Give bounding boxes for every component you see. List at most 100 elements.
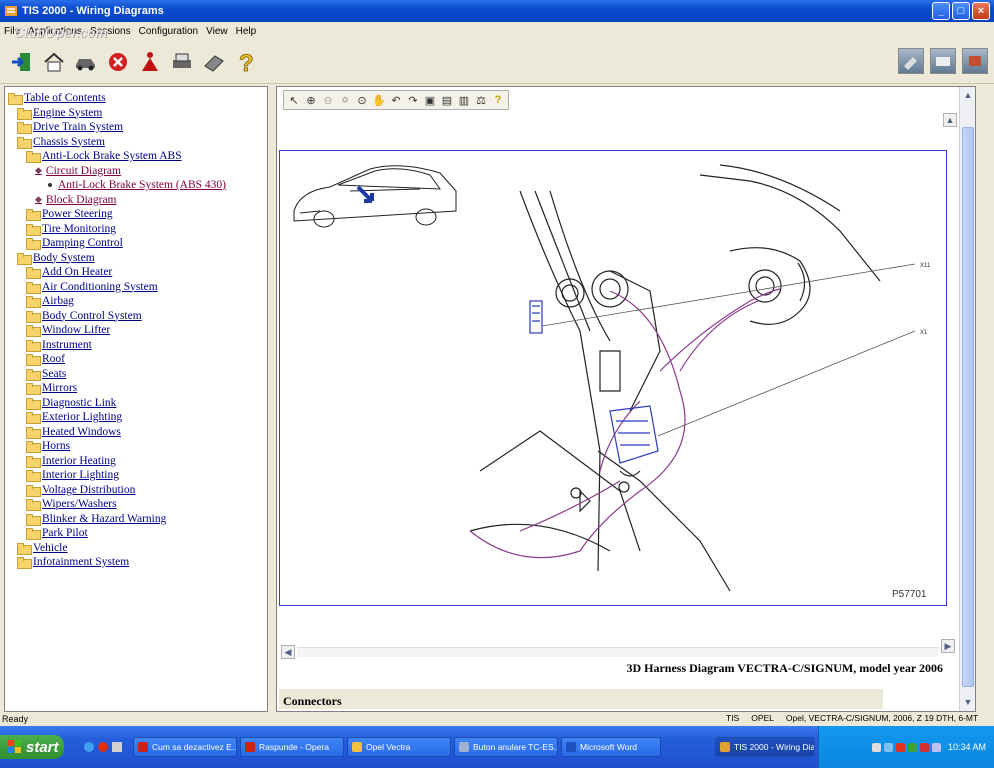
copy-icon[interactable]: ⚖	[474, 93, 488, 107]
folder-icon	[26, 441, 41, 453]
menu-help[interactable]: Help	[236, 26, 257, 37]
horizontal-scrollbar[interactable]	[297, 647, 939, 657]
tree-item[interactable]: Roof	[26, 352, 65, 366]
tree-item[interactable]: Tire Monitoring	[26, 222, 116, 236]
folder-icon	[26, 296, 41, 308]
tray-icon[interactable]	[895, 742, 905, 752]
tray-icon[interactable]	[883, 742, 893, 752]
tree-item[interactable]: Table of Contents	[8, 91, 106, 105]
zoom-in-icon[interactable]: ⊕	[304, 93, 318, 107]
app-icon	[5, 6, 17, 16]
home-icon[interactable]	[40, 48, 68, 76]
close-button[interactable]: ×	[972, 2, 990, 20]
fit-icon[interactable]: ▣	[423, 93, 437, 107]
tree-item[interactable]: Airbag	[26, 294, 74, 308]
scanner-icon[interactable]	[930, 48, 956, 74]
folder-icon	[26, 339, 41, 352]
folder-icon	[17, 557, 32, 569]
tree-item[interactable]: Anti-Lock Brake System (ABS 430)	[44, 178, 226, 192]
hscroll-left-icon[interactable]: ◀	[281, 645, 295, 659]
tree-item[interactable]: Engine System	[17, 106, 102, 120]
tree-item[interactable]: Blinker & Hazard Warning	[26, 512, 166, 526]
document-icon: ◆	[35, 165, 42, 175]
tree-item[interactable]: Diagnostic Link	[26, 396, 116, 410]
diagram-toolbar: ↖ ⊕ ⊖ ○ ⊙ ✋ ↶ ↷ ▣ ▤ ▥ ⚖ ?	[283, 90, 509, 110]
task-item[interactable]: Cum sa dezactivez E...	[133, 737, 237, 757]
maximize-button[interactable]: □	[952, 2, 970, 20]
tree-item[interactable]: Chassis System	[17, 135, 105, 149]
tree-item[interactable]: Voltage Distribution	[26, 483, 135, 497]
tree-item[interactable]: Damping Control	[26, 236, 123, 250]
person-icon[interactable]	[136, 48, 164, 76]
tree-item[interactable]: Heated Windows	[26, 425, 121, 439]
tree-item[interactable]: Power Steering	[26, 207, 113, 221]
task-item[interactable]: Microsoft Word	[561, 737, 661, 757]
menu-view[interactable]: View	[206, 26, 228, 37]
fit-height-icon[interactable]: ▤	[440, 93, 454, 107]
tree-item[interactable]: Interior Lighting	[26, 468, 119, 482]
book-icon[interactable]	[200, 48, 228, 76]
hscroll-right-icon[interactable]: ▶	[941, 639, 955, 653]
tree-item[interactable]: ◆ Circuit Diagram	[35, 164, 121, 178]
folder-icon	[26, 470, 41, 482]
tree-item[interactable]: Seats	[26, 367, 66, 381]
tree-item[interactable]: Anti-Lock Brake System ABS	[26, 149, 182, 163]
tray-icon[interactable]	[919, 742, 929, 752]
quicklaunch-icon[interactable]	[98, 742, 108, 752]
scroll-up-icon[interactable]: ▲	[961, 88, 975, 102]
inner-scroll-up-icon[interactable]: ▲	[943, 113, 957, 127]
tree-item-label: Mirrors	[42, 382, 78, 394]
quicklaunch-icon[interactable]	[84, 742, 94, 752]
pan-icon[interactable]: ✋	[372, 93, 386, 107]
tray-icon[interactable]	[907, 742, 917, 752]
tree-item[interactable]: Body Control System	[26, 309, 142, 323]
svg-text:?: ?	[239, 50, 254, 74]
tree-item[interactable]: Mirrors	[26, 381, 77, 395]
task-item[interactable]: Opel Vectra	[347, 737, 451, 757]
folder-icon	[26, 412, 41, 424]
zoom-out-icon[interactable]: ⊖	[321, 93, 335, 107]
tree-item[interactable]: Window Lifter	[26, 323, 110, 337]
start-button[interactable]: start	[0, 735, 64, 759]
tree-item[interactable]: Vehicle	[17, 541, 67, 555]
select-icon[interactable]: ↖	[287, 93, 301, 107]
tool-icon[interactable]	[898, 48, 924, 74]
zoom-area-icon[interactable]: ⊙	[355, 93, 369, 107]
tree-item[interactable]: Park Pilot	[26, 526, 88, 540]
tree-item[interactable]: ◆ Block Diagram	[35, 193, 117, 207]
zoom-icon[interactable]: ○	[338, 93, 352, 107]
tree-item[interactable]: Exterior Lighting	[26, 410, 122, 424]
vertical-scrollbar[interactable]: ▲ ▼	[959, 87, 975, 711]
menu-configuration[interactable]: Configuration	[139, 26, 198, 37]
minimize-button[interactable]: _	[932, 2, 950, 20]
engine-icon[interactable]	[962, 48, 988, 74]
rotate-right-icon[interactable]: ↷	[406, 93, 420, 107]
task-item-active[interactable]: TIS 2000 - Wiring Dia...	[715, 737, 815, 757]
tree-item[interactable]: Infotainment System	[17, 555, 129, 569]
stop-icon[interactable]	[104, 48, 132, 76]
tree-item[interactable]: Air Conditioning System	[26, 280, 158, 294]
task-item[interactable]: Raspunde - Opera	[240, 737, 344, 757]
quicklaunch-icon[interactable]	[112, 742, 122, 752]
car-icon[interactable]	[72, 48, 100, 76]
exit-icon[interactable]	[8, 48, 36, 76]
fit-width-icon[interactable]: ▥	[457, 93, 471, 107]
tree-item[interactable]: Instrument	[26, 338, 92, 352]
tree-item[interactable]: Wipers/Washers	[26, 497, 117, 511]
help-icon[interactable]: ?	[491, 93, 505, 107]
scroll-down-icon[interactable]: ▼	[961, 695, 975, 709]
help-icon[interactable]: ?	[232, 48, 260, 76]
tree-item[interactable]: Drive Train System	[17, 120, 123, 134]
tray-icon[interactable]	[871, 742, 881, 752]
tree-item[interactable]: Add On Heater	[26, 265, 112, 279]
rotate-left-icon[interactable]: ↶	[389, 93, 403, 107]
scrollbar-thumb[interactable]	[962, 127, 974, 687]
print-icon[interactable]	[168, 48, 196, 76]
tree-item[interactable]: Interior Heating	[26, 454, 116, 468]
tree-item[interactable]: Horns	[26, 439, 70, 453]
tree-item-label: Body Control System	[42, 309, 142, 322]
task-item[interactable]: Buton anulare TC-ES...	[454, 737, 558, 757]
tree-item[interactable]: Body System	[17, 251, 95, 265]
tray-icon[interactable]	[931, 742, 941, 752]
tree-item-label: Heated Windows	[42, 425, 121, 438]
